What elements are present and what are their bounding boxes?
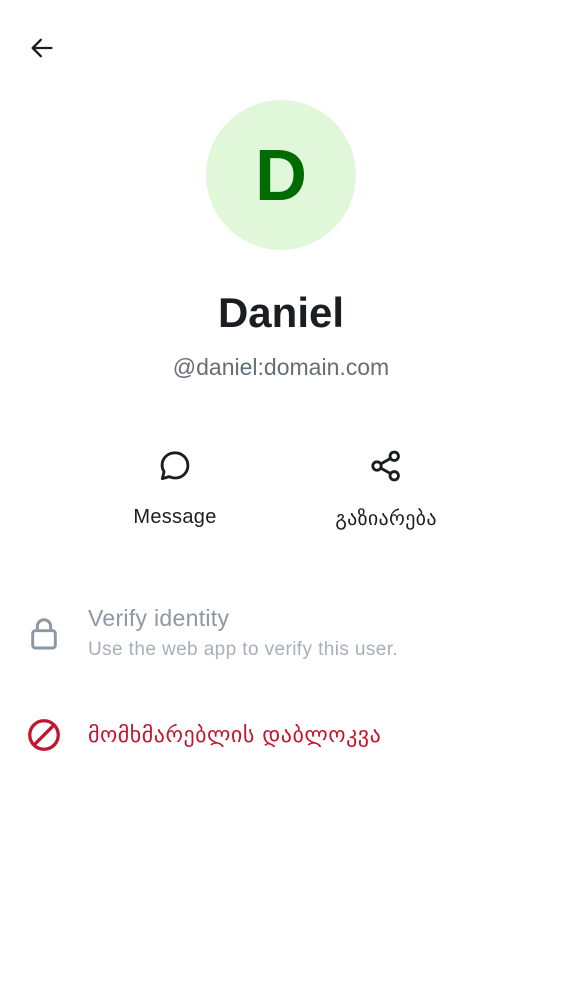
lock-icon (24, 614, 64, 654)
block-user-label: მომხმარებლის დაბლოკვა (88, 723, 382, 748)
share-button[interactable]: გაზიარება (306, 440, 466, 550)
message-button[interactable]: Message (95, 440, 255, 550)
user-id: @daniel:domain.com (172, 354, 390, 380)
verify-identity-row: Verify identity Use the web app to verif… (0, 600, 562, 672)
block-icon (24, 715, 64, 755)
message-label: Message (133, 506, 217, 528)
back-button[interactable] (20, 28, 64, 72)
avatar-initial: D (255, 136, 307, 216)
avatar: D (206, 100, 356, 250)
arrow-left-icon (28, 34, 56, 66)
chat-bubble-icon (155, 446, 195, 486)
share-icon (366, 446, 406, 486)
share-label: გაზიარება (335, 508, 437, 530)
block-user-button[interactable]: მომხმარებლის დაბლოკვა (0, 714, 562, 758)
verify-identity-subtitle: Use the web app to verify this user. (88, 639, 399, 660)
verify-identity-title: Verify identity (88, 605, 230, 631)
display-name: Daniel (217, 289, 345, 336)
